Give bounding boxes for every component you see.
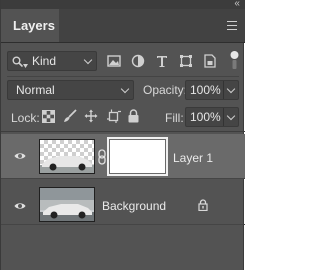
adjustment-filter-icon[interactable]: [130, 53, 146, 69]
type-filter-icon[interactable]: [154, 53, 170, 69]
filter-toggle-icon[interactable]: [230, 50, 239, 70]
divider: [1, 131, 245, 132]
layer-row[interactable]: Layer 1: [1, 134, 245, 179]
fill-input[interactable]: 100%: [185, 107, 239, 127]
layers-panel: ‹‹ Layers Kind Normal Opacity: 100% Lock…: [0, 0, 245, 270]
blend-mode-dropdown[interactable]: Normal: [7, 80, 134, 100]
fill-value: 100%: [190, 110, 221, 124]
filter-kind-label: Kind: [32, 54, 57, 68]
divider: [7, 76, 239, 77]
car-image: [40, 188, 94, 221]
opacity-divider: [223, 81, 224, 99]
visibility-eye-icon[interactable]: [14, 150, 26, 162]
layer-row[interactable]: Background: [1, 180, 245, 225]
lock-position-icon[interactable]: [84, 109, 98, 123]
tab-layers[interactable]: Layers: [1, 9, 59, 42]
chevron-down-icon[interactable]: [226, 111, 236, 121]
layer-thumbnail[interactable]: [39, 187, 95, 222]
chevron-down-icon: [83, 55, 93, 65]
pixel-filter-icon[interactable]: [106, 53, 122, 69]
car-image: [40, 156, 94, 173]
lock-all-icon[interactable]: [128, 109, 139, 123]
visibility-eye-icon[interactable]: [14, 200, 26, 212]
lock-artboard-icon[interactable]: [107, 109, 121, 123]
layer-mask-thumbnail[interactable]: [107, 137, 168, 176]
opacity-value: 100%: [190, 83, 221, 97]
fill-divider: [223, 108, 224, 126]
chevron-down-icon: [120, 84, 130, 94]
opacity-input[interactable]: 100%: [185, 80, 239, 100]
lock-transparent-pixels-icon[interactable]: [42, 110, 55, 123]
panel-tab-bar: Layers: [1, 9, 245, 43]
layer-thumbnail[interactable]: [39, 139, 95, 174]
filter-kind-dropdown[interactable]: Kind: [7, 51, 97, 71]
mask-link-icon[interactable]: [98, 149, 106, 165]
lock-label: Lock:: [11, 111, 40, 125]
lock-image-pixels-icon[interactable]: [63, 109, 77, 123]
small-chevron-icon: [23, 64, 28, 68]
lock-icon[interactable]: [198, 199, 208, 211]
panel-menu-icon[interactable]: [227, 21, 237, 30]
opacity-label: Opacity:: [143, 83, 188, 97]
mask-fill: [110, 140, 165, 173]
blend-mode-value: Normal: [16, 83, 55, 97]
search-icon: [12, 56, 23, 67]
collapse-panel-button[interactable]: ‹‹: [234, 0, 240, 9]
smart-object-filter-icon[interactable]: [202, 53, 218, 69]
panel-title-strip: ‹‹: [1, 0, 245, 9]
fill-label: Fill:: [165, 111, 184, 125]
chevron-down-icon[interactable]: [226, 84, 236, 94]
layer-name[interactable]: Layer 1: [173, 151, 213, 165]
shape-filter-icon[interactable]: [178, 53, 194, 69]
layer-name[interactable]: Background: [102, 199, 166, 213]
